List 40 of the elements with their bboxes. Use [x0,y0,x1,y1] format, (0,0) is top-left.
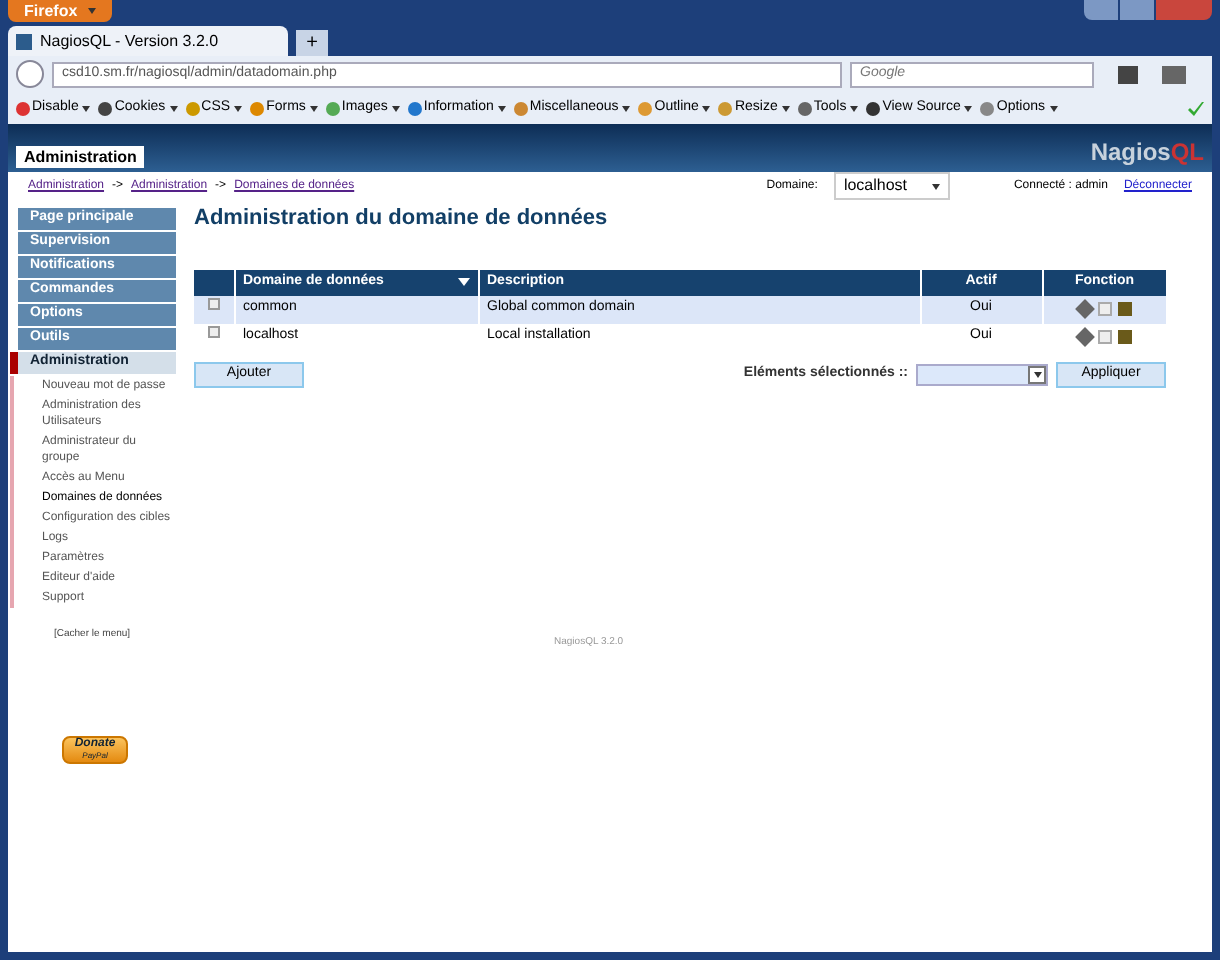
browser-tab[interactable]: NagiosQL - Version 3.2.0 [8,26,288,56]
row-checkbox[interactable] [207,326,220,339]
caret-icon [622,105,631,111]
caret-icon [1034,371,1042,377]
row-checkbox[interactable] [207,298,220,311]
toolbar-icon [250,101,265,115]
toolbar-icon [185,101,200,115]
caret-icon [234,105,243,111]
caret-icon [781,105,790,111]
caret-icon [1049,105,1057,111]
header-tab[interactable]: Administration [16,146,145,168]
toolbar-icon [407,101,422,115]
toolbar-icon [513,101,528,115]
caret-icon [964,105,973,111]
page-title: Administration du domaine de données [194,204,610,234]
toolbar-icon [638,101,653,115]
caret-icon [850,105,859,111]
caret-icon [391,105,400,111]
caret-icon [87,8,96,14]
caret-icon [309,105,318,111]
action-select[interactable] [916,363,1048,385]
back-icon[interactable] [16,60,44,88]
caret-icon [931,183,940,189]
check-icon [1188,101,1204,115]
toolbar-icon [866,101,881,115]
toolbar-icon [718,101,733,115]
nagiosql-logo: NagiosQL [1090,136,1204,170]
toolbar-icon [325,101,340,115]
toolbar-icon [16,101,30,115]
toolbar-icon [980,101,995,115]
sort-icon [457,278,469,286]
domain-select[interactable]: localhost [833,172,950,200]
new-tab-button[interactable]: + [296,30,328,56]
caret-icon [497,105,506,111]
caret-icon [169,105,178,111]
caret-icon [702,105,711,111]
page-icon [16,33,32,49]
caret-icon [82,105,91,111]
toolbar-icon [797,101,812,115]
toolbar-icon [98,101,113,115]
